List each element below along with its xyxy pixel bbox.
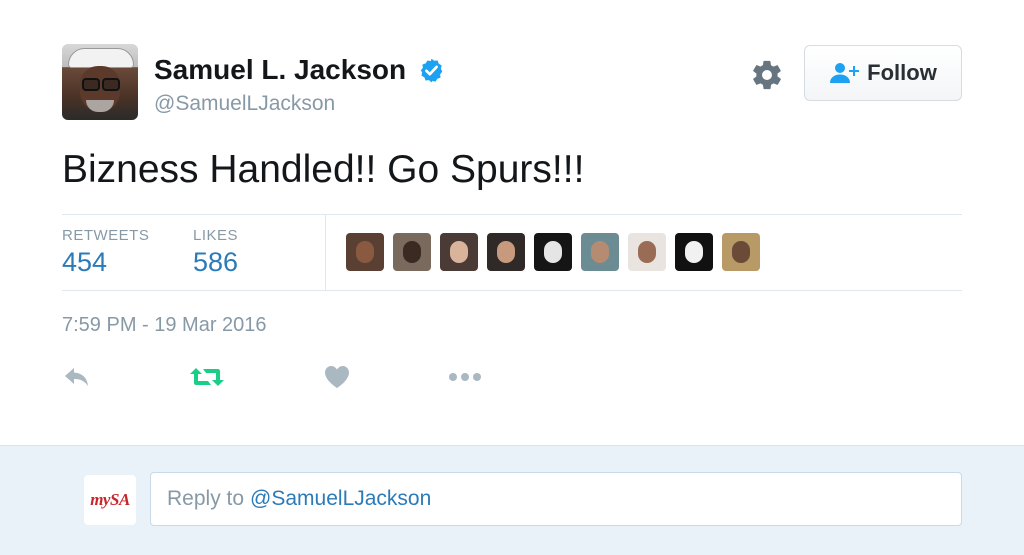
liker-avatar-face [403,241,421,263]
heart-icon [325,366,349,388]
liker-avatar[interactable] [534,233,572,271]
reply-area: my SA Reply to @SamuelLJackson [0,445,1024,555]
retweets-count[interactable]: 454 [62,247,107,278]
avatar-glasses-left [82,78,100,91]
more-icon [449,373,481,381]
author-avatar[interactable] [62,44,138,120]
liker-avatar[interactable] [487,233,525,271]
author-handle[interactable]: @SamuelLJackson [154,92,335,116]
likes-label[interactable]: LIKES [193,227,238,244]
divider [62,214,962,215]
liker-avatar[interactable] [346,233,384,271]
gear-icon[interactable] [750,58,784,92]
liker-avatar[interactable] [722,233,760,271]
logo-text-my: my [90,490,110,509]
liker-avatar[interactable] [628,233,666,271]
avatar-glasses-right [102,78,120,91]
liker-avatar[interactable] [675,233,713,271]
add-user-icon [830,63,860,83]
liker-avatar-face [591,241,609,263]
more-button[interactable] [448,362,482,392]
author-name[interactable]: Samuel L. Jackson [154,54,406,86]
tweet-text: Bizness Handled!! Go Spurs!!! [62,148,585,191]
liker-avatar[interactable] [440,233,478,271]
follow-button[interactable]: Follow [804,45,962,101]
retweet-button[interactable] [190,362,224,392]
liker-avatars [346,233,760,271]
verified-badge-icon [420,58,443,83]
viewer-avatar-logo: my SA [84,475,136,525]
reply-prefix: Reply to [167,487,245,510]
divider [62,290,962,291]
liker-avatar[interactable] [581,233,619,271]
retweets-label[interactable]: RETWEETS [62,227,149,244]
reply-mention: @SamuelLJackson [250,487,432,510]
stats-divider [325,214,326,290]
tweet-card: Samuel L. Jackson @SamuelLJackson Follow… [0,0,1024,445]
avatar-hat [68,48,134,68]
reply-icon [65,368,88,386]
tweet-timestamp[interactable]: 7:59 PM - 19 Mar 2016 [62,314,267,337]
likes-count[interactable]: 586 [193,247,238,278]
liker-avatar-face [732,241,750,263]
like-button[interactable] [320,362,354,392]
avatar-beard [86,100,114,112]
reply-button[interactable] [60,362,94,392]
logo-text-sa: SA [109,490,130,509]
liker-avatar[interactable] [393,233,431,271]
liker-avatar-face [544,241,562,263]
liker-avatar-face [638,241,656,263]
liker-avatar-face [450,241,468,263]
retweet-icon [190,368,224,386]
liker-avatar-face [356,241,374,263]
follow-button-label: Follow [867,60,937,85]
liker-avatar-face [497,241,515,263]
reply-input[interactable]: Reply to @SamuelLJackson [150,472,962,526]
liker-avatar-face [685,241,703,263]
